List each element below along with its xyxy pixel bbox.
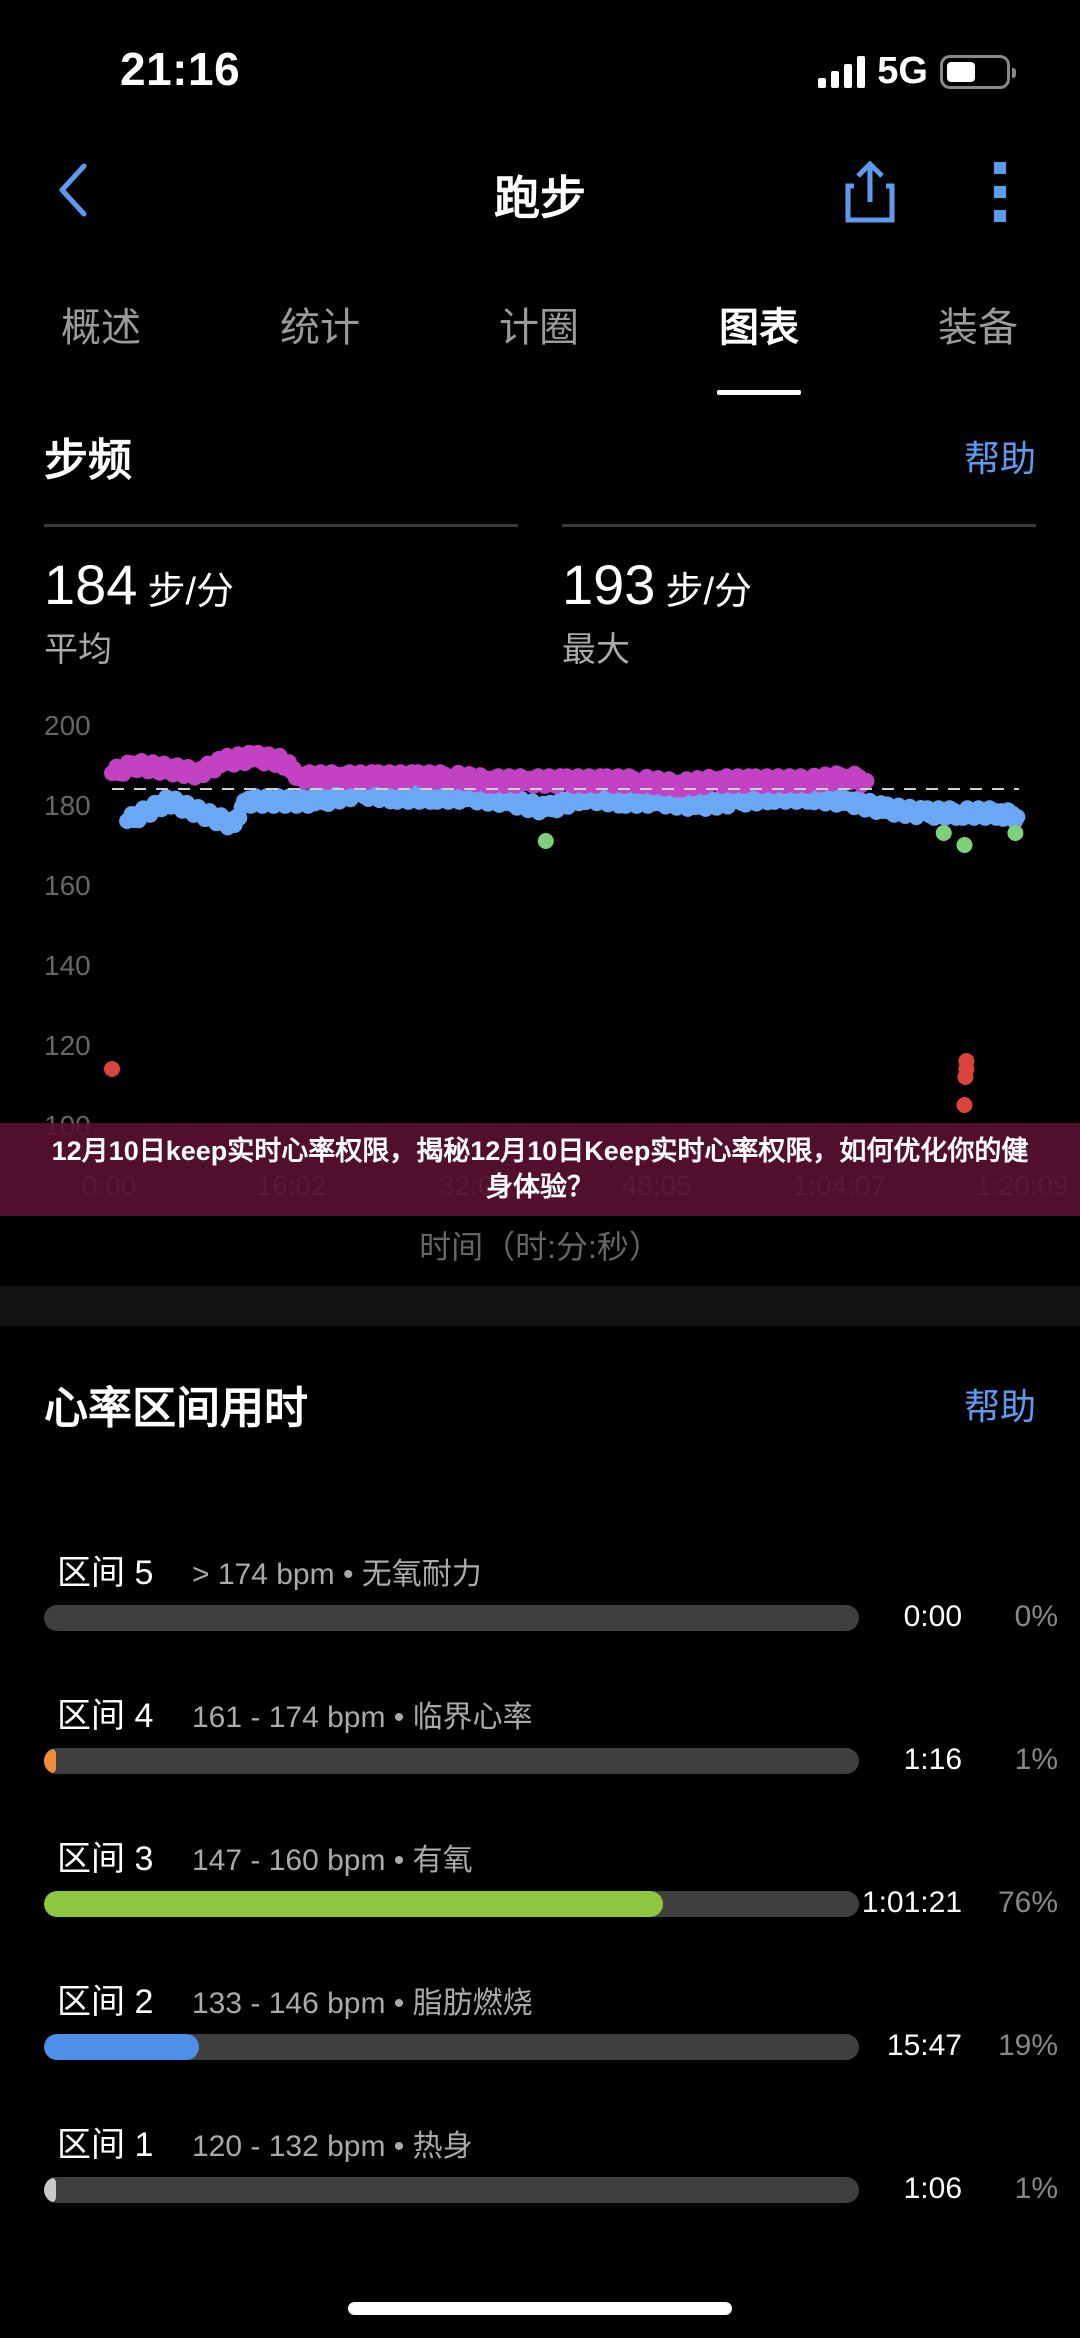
zone-percent: 19% [997, 2029, 1058, 2062]
zone-time: 15:47 [886, 2029, 962, 2062]
cadence-title: 步频 [44, 436, 132, 485]
signal-icon [818, 55, 866, 88]
page-title: 跑步 [494, 172, 586, 224]
zone-time: 1:01:21 [861, 1886, 962, 1919]
tab-laps[interactable]: 计圈 [459, 295, 619, 353]
y-tick-label: 160 [44, 870, 91, 901]
tab-stats[interactable]: 统计 [240, 295, 400, 353]
zone-progress-track [44, 1891, 859, 1917]
zone-progress-track [44, 2034, 859, 2060]
zone-name: 区间 4 [57, 1697, 154, 1735]
cadence-max: 193 步/分 [562, 552, 752, 617]
cadence-max-value: 193 [562, 553, 656, 616]
status-time: 21:16 [120, 43, 241, 95]
data-point-high [856, 772, 873, 789]
cadence-help-link[interactable]: 帮助 [964, 430, 1036, 482]
zone-percent: 76% [997, 1886, 1058, 1919]
cadence-avg-value: 184 [44, 553, 138, 616]
zone-range: > 174 bpm • 无氧耐力 [192, 1558, 482, 1591]
hr-zone-row: 区间 1 120 - 132 bpm • 热身 1:06 1% [0, 2117, 1080, 2237]
cadence-max-unit: 步/分 [665, 571, 752, 613]
divider [44, 524, 518, 527]
hr-zones-title: 心率区间用时 [44, 1384, 308, 1433]
hr-zone-row: 区间 4 161 - 174 bpm • 临界心率 1:16 1% [0, 1688, 1080, 1808]
cadence-avg-unit: 步/分 [147, 571, 234, 613]
y-tick-label: 200 [44, 710, 91, 741]
y-tick-label: 140 [44, 950, 91, 981]
zone-percent: 1% [1014, 1743, 1058, 1776]
section-separator [0, 1286, 1080, 1326]
zone-progress-fill [44, 2034, 199, 2060]
cadence-avg-label: 平均 [44, 631, 112, 669]
zone-percent: 1% [1014, 2172, 1058, 2205]
banner-text: 12月10日keep实时心率权限，揭秘12月10日Keep实时心率权限，如何优化… [51, 1136, 1029, 1202]
zone-time: 1:06 [903, 2172, 962, 2205]
battery-icon [940, 54, 1016, 89]
data-point-low [537, 833, 554, 849]
tab-overview[interactable]: 概述 [21, 295, 181, 353]
data-point-low [956, 837, 973, 853]
zone-name: 区间 5 [57, 1554, 154, 1592]
cadence-avg: 184 步/分 [44, 552, 234, 617]
network-type: 5G [877, 50, 928, 92]
hr-zone-row: 区间 2 133 - 146 bpm • 脂肪燃烧 15:47 19% [0, 1974, 1080, 2094]
data-point-very-low [956, 1097, 973, 1113]
zone-progress-fill [44, 2177, 56, 2203]
tab-charts[interactable]: 图表 [679, 295, 839, 353]
zone-percent: 0% [1014, 1600, 1058, 1633]
y-tick-label: 180 [44, 790, 91, 821]
zone-progress-fill [44, 1891, 664, 1917]
zone-range: 147 - 160 bpm • 有氧 [192, 1844, 473, 1877]
share-icon[interactable] [840, 158, 900, 226]
hr-zone-row: 区间 5 > 174 bpm • 无氧耐力 0:00 0% [0, 1545, 1080, 1665]
zone-progress-track [44, 1748, 859, 1774]
zone-range: 133 - 146 bpm • 脂肪燃烧 [192, 1987, 533, 2020]
hr-zones-help-link[interactable]: 帮助 [964, 1378, 1036, 1430]
chart-x-axis-title: 时间（时:分:秒） [419, 1229, 661, 1265]
zone-name: 区间 1 [57, 2126, 154, 2164]
hr-zone-row: 区间 3 147 - 160 bpm • 有氧 1:01:21 76% [0, 1831, 1080, 1951]
zone-name: 区间 3 [57, 1840, 154, 1878]
zone-name: 区间 2 [57, 1983, 154, 2021]
overlay-banner: 12月10日keep实时心率权限，揭秘12月10日Keep实时心率权限，如何优化… [0, 1123, 1080, 1216]
tab-gear[interactable]: 装备 [898, 295, 1058, 353]
home-indicator[interactable] [348, 2302, 732, 2315]
divider [562, 524, 1036, 527]
zone-progress-track [44, 1605, 859, 1631]
status-icons: 5G [818, 50, 1016, 93]
y-tick-label: 120 [44, 1030, 91, 1061]
data-point-very-low [104, 1061, 120, 1077]
zone-time: 0:00 [903, 1600, 962, 1633]
zone-progress-fill [44, 1748, 56, 1774]
zone-range: 161 - 174 bpm • 临界心率 [192, 1701, 533, 1734]
more-vertical-icon[interactable] [990, 162, 1012, 222]
zone-progress-track [44, 2177, 859, 2203]
cadence-max-label: 最大 [562, 631, 630, 669]
zone-time: 1:16 [903, 1743, 962, 1776]
data-point-low [1007, 825, 1024, 841]
tab-bar: 概述 统计 计圈 图表 装备 [0, 295, 1080, 405]
data-point-low [935, 825, 952, 841]
active-tab-indicator [717, 390, 801, 395]
data-point-very-low [957, 1069, 974, 1085]
zone-range: 120 - 132 bpm • 热身 [192, 2130, 473, 2163]
